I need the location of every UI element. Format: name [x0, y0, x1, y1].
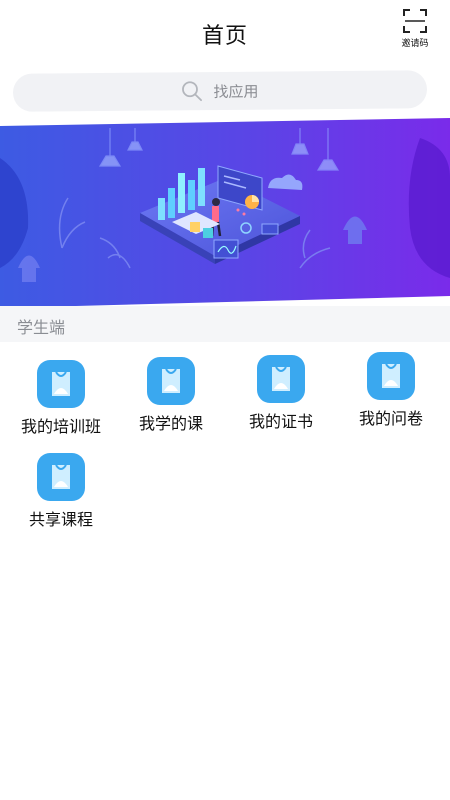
- app-my-questionnaires[interactable]: 我的问卷: [336, 352, 446, 429]
- app-my-certificates[interactable]: 我的证书: [226, 355, 336, 432]
- app-label: 我的培训班: [20, 417, 101, 436]
- shopping-bag-icon: [37, 453, 85, 501]
- invite-code-label: 邀请码: [401, 39, 429, 49]
- app-shared-courses[interactable]: 共享课程: [6, 453, 116, 530]
- shopping-bag-icon: [147, 357, 195, 405]
- section-title: 学生端: [17, 318, 66, 337]
- section-header: 学生端: [0, 306, 450, 342]
- app-label: 共享课程: [28, 510, 93, 529]
- search-icon: [181, 80, 203, 102]
- home-page: 首页 邀请码 找应用 学生端 我的培训班 我学的课 我的证书 我的问卷 共享课程: [0, 0, 450, 800]
- search-bar[interactable]: 找应用: [12, 70, 428, 112]
- app-label: 我的问卷: [358, 409, 423, 428]
- app-label: 我的证书: [248, 412, 313, 431]
- invite-code-button[interactable]: 邀请码: [398, 8, 432, 52]
- app-label: 我学的课: [138, 414, 203, 433]
- page-title: 首页: [201, 24, 248, 49]
- data-dashboard-illustration: [0, 118, 450, 308]
- top-header: 首页 邀请码: [0, 0, 450, 66]
- promo-banner[interactable]: [0, 118, 450, 308]
- shopping-bag-icon: [37, 360, 85, 408]
- app-my-courses[interactable]: 我学的课: [116, 357, 226, 434]
- shopping-bag-icon: [257, 355, 305, 403]
- app-my-training-class[interactable]: 我的培训班: [6, 360, 116, 437]
- scan-frame-icon: [398, 8, 432, 34]
- shopping-bag-icon: [367, 352, 415, 400]
- search-placeholder: 找应用: [213, 82, 259, 101]
